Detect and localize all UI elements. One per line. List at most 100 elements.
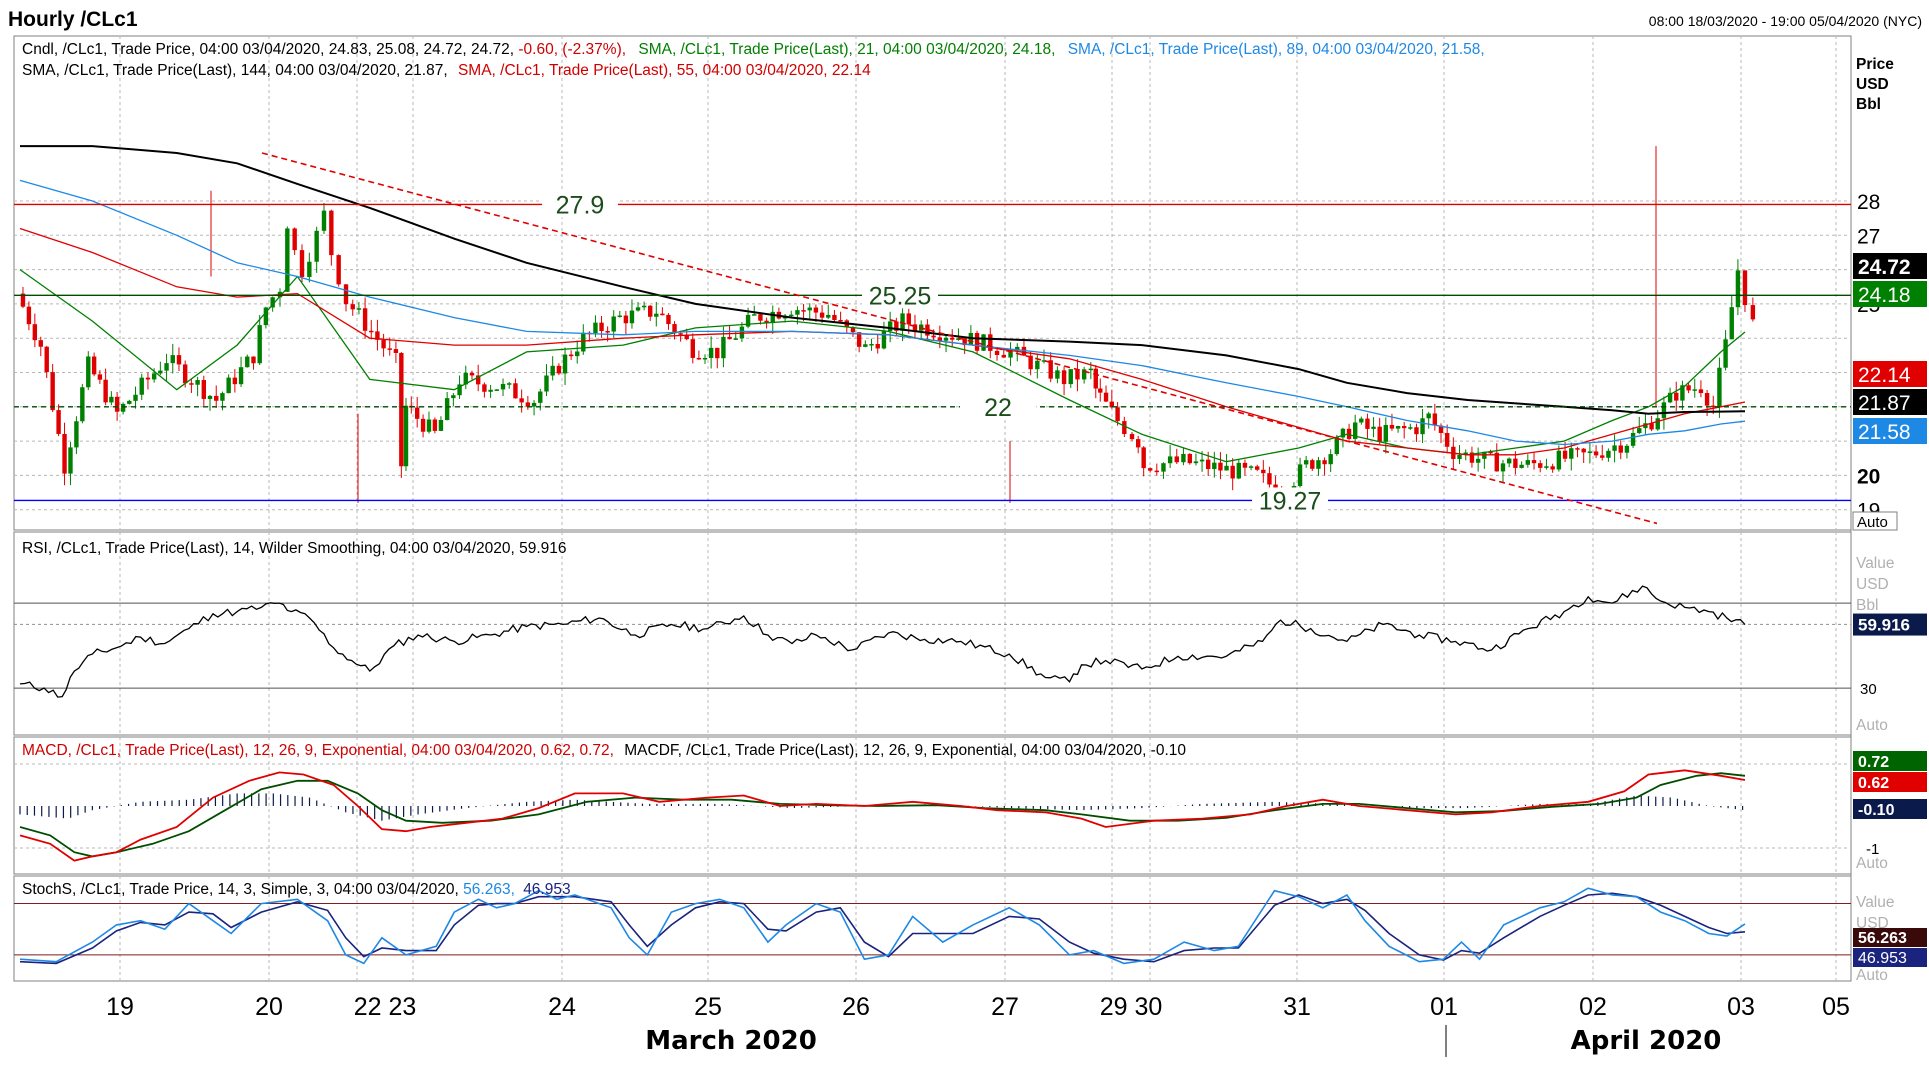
candle-up	[1328, 454, 1333, 465]
rsi-auto-label[interactable]: Auto	[1856, 717, 1888, 734]
candle-down	[1154, 470, 1160, 473]
candle-down	[801, 310, 806, 312]
candle-down	[1618, 445, 1623, 453]
month-label-march: March 2020	[645, 1026, 817, 1056]
price-legend-line2: SMA, /CLc1, Trade Price(Last), 144, 04:0…	[22, 62, 871, 79]
candle-down	[232, 377, 238, 385]
candle-up	[1587, 451, 1593, 453]
candle-down	[525, 402, 531, 407]
candle-up	[438, 420, 444, 431]
candle-up	[826, 314, 831, 318]
price-axis-title-2: USD	[1856, 76, 1889, 93]
candle-down	[432, 419, 438, 431]
candle-up	[1525, 460, 1531, 465]
stoch-auto-label[interactable]: Auto	[1856, 967, 1888, 984]
candle-down	[690, 339, 695, 358]
candle-down	[50, 372, 55, 411]
rsi-axis-title-3: Bbl	[1856, 597, 1878, 614]
macd-auto-label[interactable]: Auto	[1856, 855, 1888, 872]
candle-down	[1581, 448, 1586, 453]
candle-up	[207, 395, 213, 399]
candle-up	[1569, 448, 1574, 459]
candle-up	[733, 338, 738, 340]
candle-up	[1624, 445, 1630, 453]
candle-down	[1686, 385, 1691, 391]
day-tick-label: 27	[991, 993, 1019, 1021]
candle-up	[158, 370, 163, 374]
candle-down	[1575, 448, 1580, 450]
candle-down	[906, 313, 911, 325]
candle-up	[109, 396, 114, 403]
candle-down	[381, 339, 386, 349]
rsi-axis-title-2: USD	[1856, 576, 1889, 593]
candle-down	[819, 312, 825, 318]
candle-down	[1242, 462, 1248, 468]
candle-up	[238, 367, 244, 385]
candle-down	[26, 306, 32, 325]
candle-up	[1475, 458, 1481, 463]
candle-down	[696, 357, 702, 360]
candle-down	[1550, 466, 1555, 470]
candle-down	[715, 347, 720, 359]
candle-down	[1001, 354, 1006, 358]
candle-down	[1401, 426, 1407, 429]
price-tick-label: 27	[1857, 225, 1880, 248]
day-tick-label: 22 23	[354, 993, 417, 1021]
day-tick-label: 26	[842, 993, 870, 1021]
candle-up	[1199, 459, 1205, 462]
candle-up	[1068, 369, 1073, 385]
candle-up	[1383, 424, 1389, 442]
day-tick-label: 25	[694, 993, 722, 1021]
rsi-value-text: 59.916	[1858, 616, 1910, 635]
candle-up	[488, 389, 493, 392]
candle-legend: Cndl, /CLc1, Trade Price, 04:00 03/04/20…	[22, 41, 518, 58]
candle-up	[1426, 413, 1431, 419]
candle-up	[1723, 339, 1728, 368]
candle-down	[38, 340, 43, 347]
candle-down	[513, 383, 518, 399]
rsi-legend: RSI, /CLc1, Trade Price(Last), 14, Wilde…	[22, 540, 567, 557]
candle-up	[752, 314, 757, 316]
candle-up	[629, 310, 635, 324]
candle-up	[1717, 367, 1722, 408]
macd-value-text: 0.62	[1858, 775, 1889, 792]
candle-down	[1704, 393, 1710, 406]
candle-down	[1432, 413, 1438, 426]
candle-up	[403, 405, 409, 467]
candle-down	[1531, 460, 1537, 464]
candle-up	[164, 363, 169, 371]
candle-down	[678, 333, 683, 335]
candle-up	[507, 383, 512, 385]
day-tick-label: 03	[1727, 993, 1755, 1021]
candle-down	[1267, 473, 1272, 485]
day-tick-label: 05	[1822, 993, 1850, 1021]
candle-down	[648, 305, 653, 317]
candle-up	[1729, 307, 1734, 340]
candle-down	[1098, 388, 1103, 393]
candle-down	[1310, 460, 1315, 469]
candle-down	[145, 377, 151, 380]
candle-up	[1236, 462, 1242, 479]
candle-up	[74, 421, 79, 448]
macd-value-text: 0.72	[1858, 754, 1889, 771]
candle-down	[201, 380, 207, 399]
candle-up	[869, 343, 874, 346]
candle-up	[1500, 463, 1506, 472]
macd-legend: MACD, /CLc1, Trade Price(Last), 12, 26, …	[22, 742, 1186, 759]
candle-down	[1061, 370, 1067, 385]
sma89-legend: SMA, /CLc1, Trade Price(Last), 89, 04:00…	[1068, 41, 1485, 58]
candle-down	[1230, 465, 1235, 479]
candle-up	[1556, 450, 1562, 470]
candle-up	[1224, 465, 1229, 471]
candle-down	[1513, 458, 1518, 468]
candle-down	[399, 352, 404, 467]
candle-down	[56, 410, 61, 434]
stoch-k-text: 56.263	[1858, 930, 1907, 947]
candle-down	[974, 332, 980, 351]
candle-down	[1254, 466, 1260, 470]
day-tick-label: 19	[106, 993, 134, 1021]
candle-up	[1035, 360, 1040, 370]
candle-down	[1365, 418, 1370, 429]
candle-down	[336, 255, 341, 285]
candle-up	[641, 305, 647, 308]
